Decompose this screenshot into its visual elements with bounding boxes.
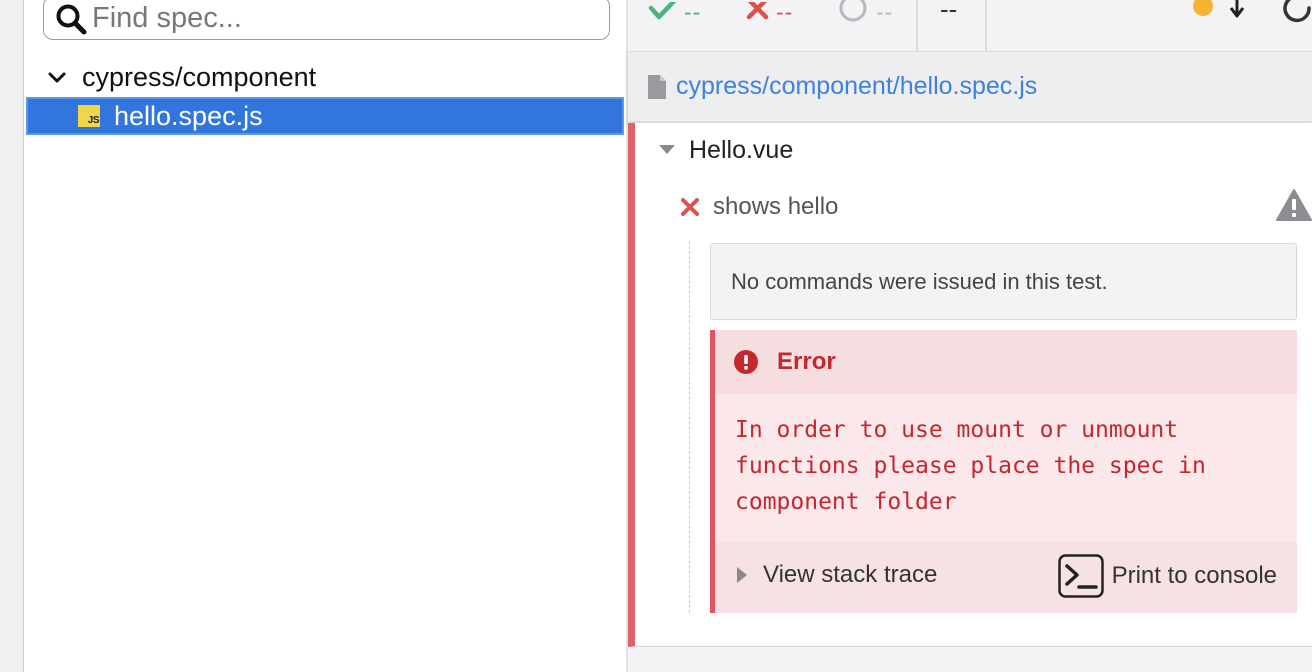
suite-title: Hello.vue xyxy=(689,135,794,164)
folder-label: cypress/component xyxy=(82,61,317,92)
runnables-list: Hello.vue shows hello No commands were i… xyxy=(628,123,1312,647)
pending-stat: -- xyxy=(838,0,894,25)
terminal-icon xyxy=(1057,554,1104,598)
reload-icon[interactable] xyxy=(1283,0,1312,26)
reporter-panel: -- -- -- -- cypress/component/hello.spec… xyxy=(628,0,1312,672)
circle-icon xyxy=(839,0,867,22)
view-stack-trace-toggle[interactable]: View stack trace xyxy=(737,560,937,590)
js-badge: JS xyxy=(87,115,100,126)
folder-item[interactable]: cypress/component xyxy=(46,58,316,96)
search-input[interactable] xyxy=(92,0,592,37)
spec-explorer: cypress/component JS hello.spec.js xyxy=(24,0,627,672)
duration: -- xyxy=(940,0,958,24)
error-header: Error xyxy=(715,330,1297,394)
command-guide-line xyxy=(689,241,690,323)
javascript-file-icon: JS xyxy=(78,105,100,127)
passed-count: -- xyxy=(684,0,702,25)
chevron-down-icon xyxy=(48,72,66,83)
test-title: shows hello xyxy=(713,193,839,220)
stats-bar: -- -- -- -- xyxy=(628,0,1312,52)
failed-icon xyxy=(681,198,699,216)
spec-file-label: hello.spec.js xyxy=(114,100,263,131)
warning-icon[interactable] xyxy=(1276,189,1312,221)
stats-separator xyxy=(916,0,918,52)
spec-header: cypress/component/hello.spec.js xyxy=(628,52,1312,122)
print-to-console-label: Print to console xyxy=(1111,562,1277,589)
error-panel: Error In order to use mount or unmount f… xyxy=(710,330,1297,613)
search-box[interactable] xyxy=(43,0,610,40)
passed-stat: -- xyxy=(648,0,702,25)
spec-file-item[interactable]: JS hello.spec.js xyxy=(26,97,624,135)
failed-stat: -- xyxy=(746,0,794,25)
side-gutter xyxy=(0,0,24,672)
error-footer: View stack trace Print to console xyxy=(715,542,1297,613)
failed-count: -- xyxy=(776,0,794,25)
caret-right-icon xyxy=(737,567,747,583)
caret-down-icon xyxy=(659,145,675,154)
pending-count: -- xyxy=(876,0,894,25)
spec-path-link[interactable]: cypress/component/hello.spec.js xyxy=(676,72,1037,101)
search-icon xyxy=(56,4,87,35)
command-guide-line xyxy=(689,327,690,613)
no-commands-message: No commands were issued in this test. xyxy=(710,243,1297,320)
arrow-down-icon[interactable] xyxy=(1228,0,1246,22)
stats-separator xyxy=(985,0,987,52)
file-icon xyxy=(648,74,666,99)
suite-item[interactable]: Hello.vue xyxy=(659,135,793,165)
error-title: Error xyxy=(777,348,836,375)
print-to-console-button[interactable]: Print to console xyxy=(1057,554,1277,598)
exclamation-circle-icon xyxy=(734,350,758,374)
check-icon xyxy=(648,2,677,20)
running-indicator-dot xyxy=(1193,0,1213,16)
test-item[interactable]: shows hello xyxy=(681,189,1312,223)
x-icon xyxy=(746,2,769,20)
stack-trace-label: View stack trace xyxy=(763,561,938,588)
error-message: In order to use mount or unmount functio… xyxy=(735,417,1206,515)
